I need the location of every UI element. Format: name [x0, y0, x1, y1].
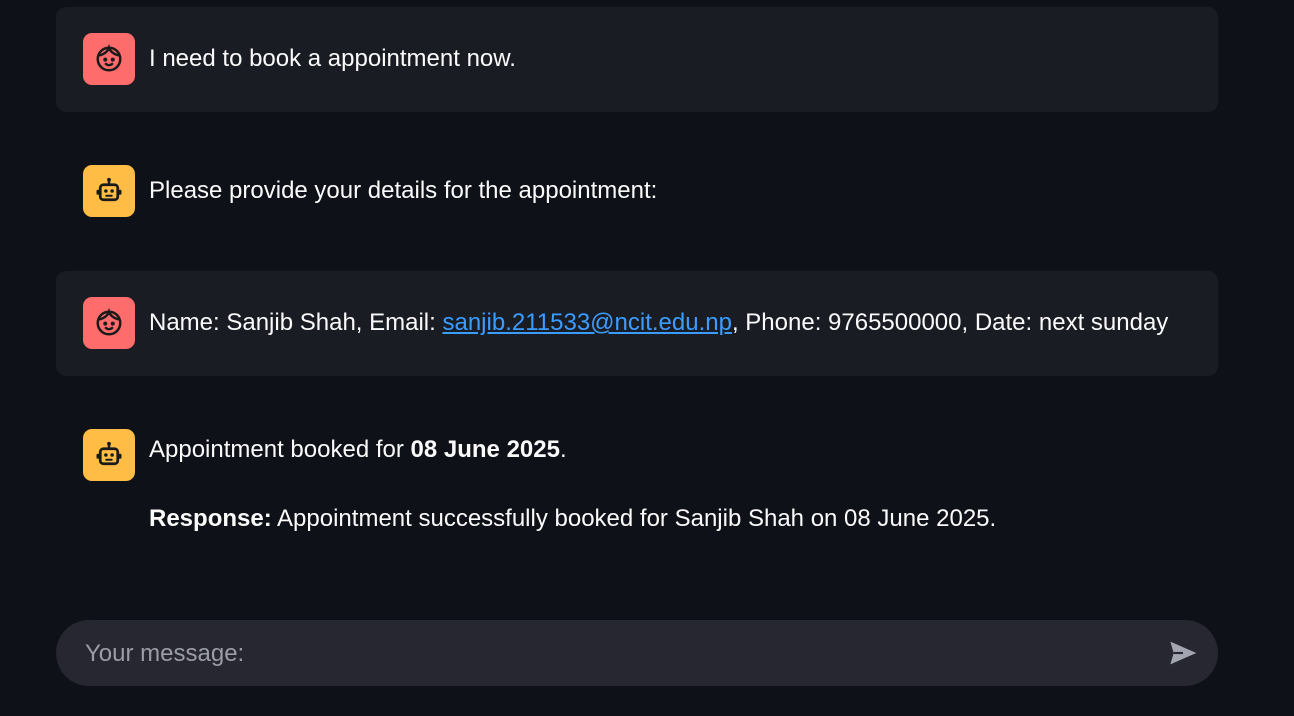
chat-message-user: I need to book a appointment now. — [56, 7, 1218, 112]
response-label: Response: — [149, 505, 272, 532]
send-arrow-icon — [1170, 641, 1197, 665]
user-avatar — [83, 297, 135, 349]
robot-icon — [96, 177, 122, 202]
response-text: Appointment successfully booked for Sanj… — [271, 505, 997, 532]
send-button[interactable] — [1166, 636, 1200, 670]
message-text-line2: Response: Appointment successfully booke… — [149, 503, 996, 535]
email-link[interactable]: sanjib.211533@ncit.edu.np — [442, 309, 731, 336]
details-prefix: Name: Sanjib Shah, Email: — [149, 309, 443, 336]
message-text: Please provide your details for the appo… — [149, 177, 658, 204]
robot-icon — [96, 441, 122, 466]
message-text: I need to book a appointment now. — [149, 45, 516, 72]
details-suffix: , Phone: 9765500000, Date: next sunday — [731, 309, 1169, 336]
chat-message-assistant: Please provide your details for the appo… — [56, 139, 1218, 244]
booking-date: 08 June 2025 — [410, 436, 560, 463]
smile-face-icon — [96, 308, 122, 336]
message-text-line1: Appointment booked for 08 June 2025. — [149, 434, 567, 466]
message-input[interactable] — [83, 620, 1147, 688]
chat-message-assistant: Appointment booked for 08 June 2025. Res… — [56, 403, 1218, 573]
assistant-avatar — [83, 165, 135, 217]
chat-input-bar — [56, 620, 1218, 688]
chat-message-user: Name: Sanjib Shah, Email: sanjib.211533@… — [56, 271, 1218, 376]
booking-prefix: Appointment booked for — [149, 436, 411, 463]
message-text: Name: Sanjib Shah, Email: sanjib.211533@… — [149, 307, 1168, 339]
assistant-avatar — [83, 429, 135, 481]
booking-suffix: . — [559, 436, 567, 463]
user-avatar — [83, 33, 135, 85]
smile-face-icon — [96, 44, 122, 72]
